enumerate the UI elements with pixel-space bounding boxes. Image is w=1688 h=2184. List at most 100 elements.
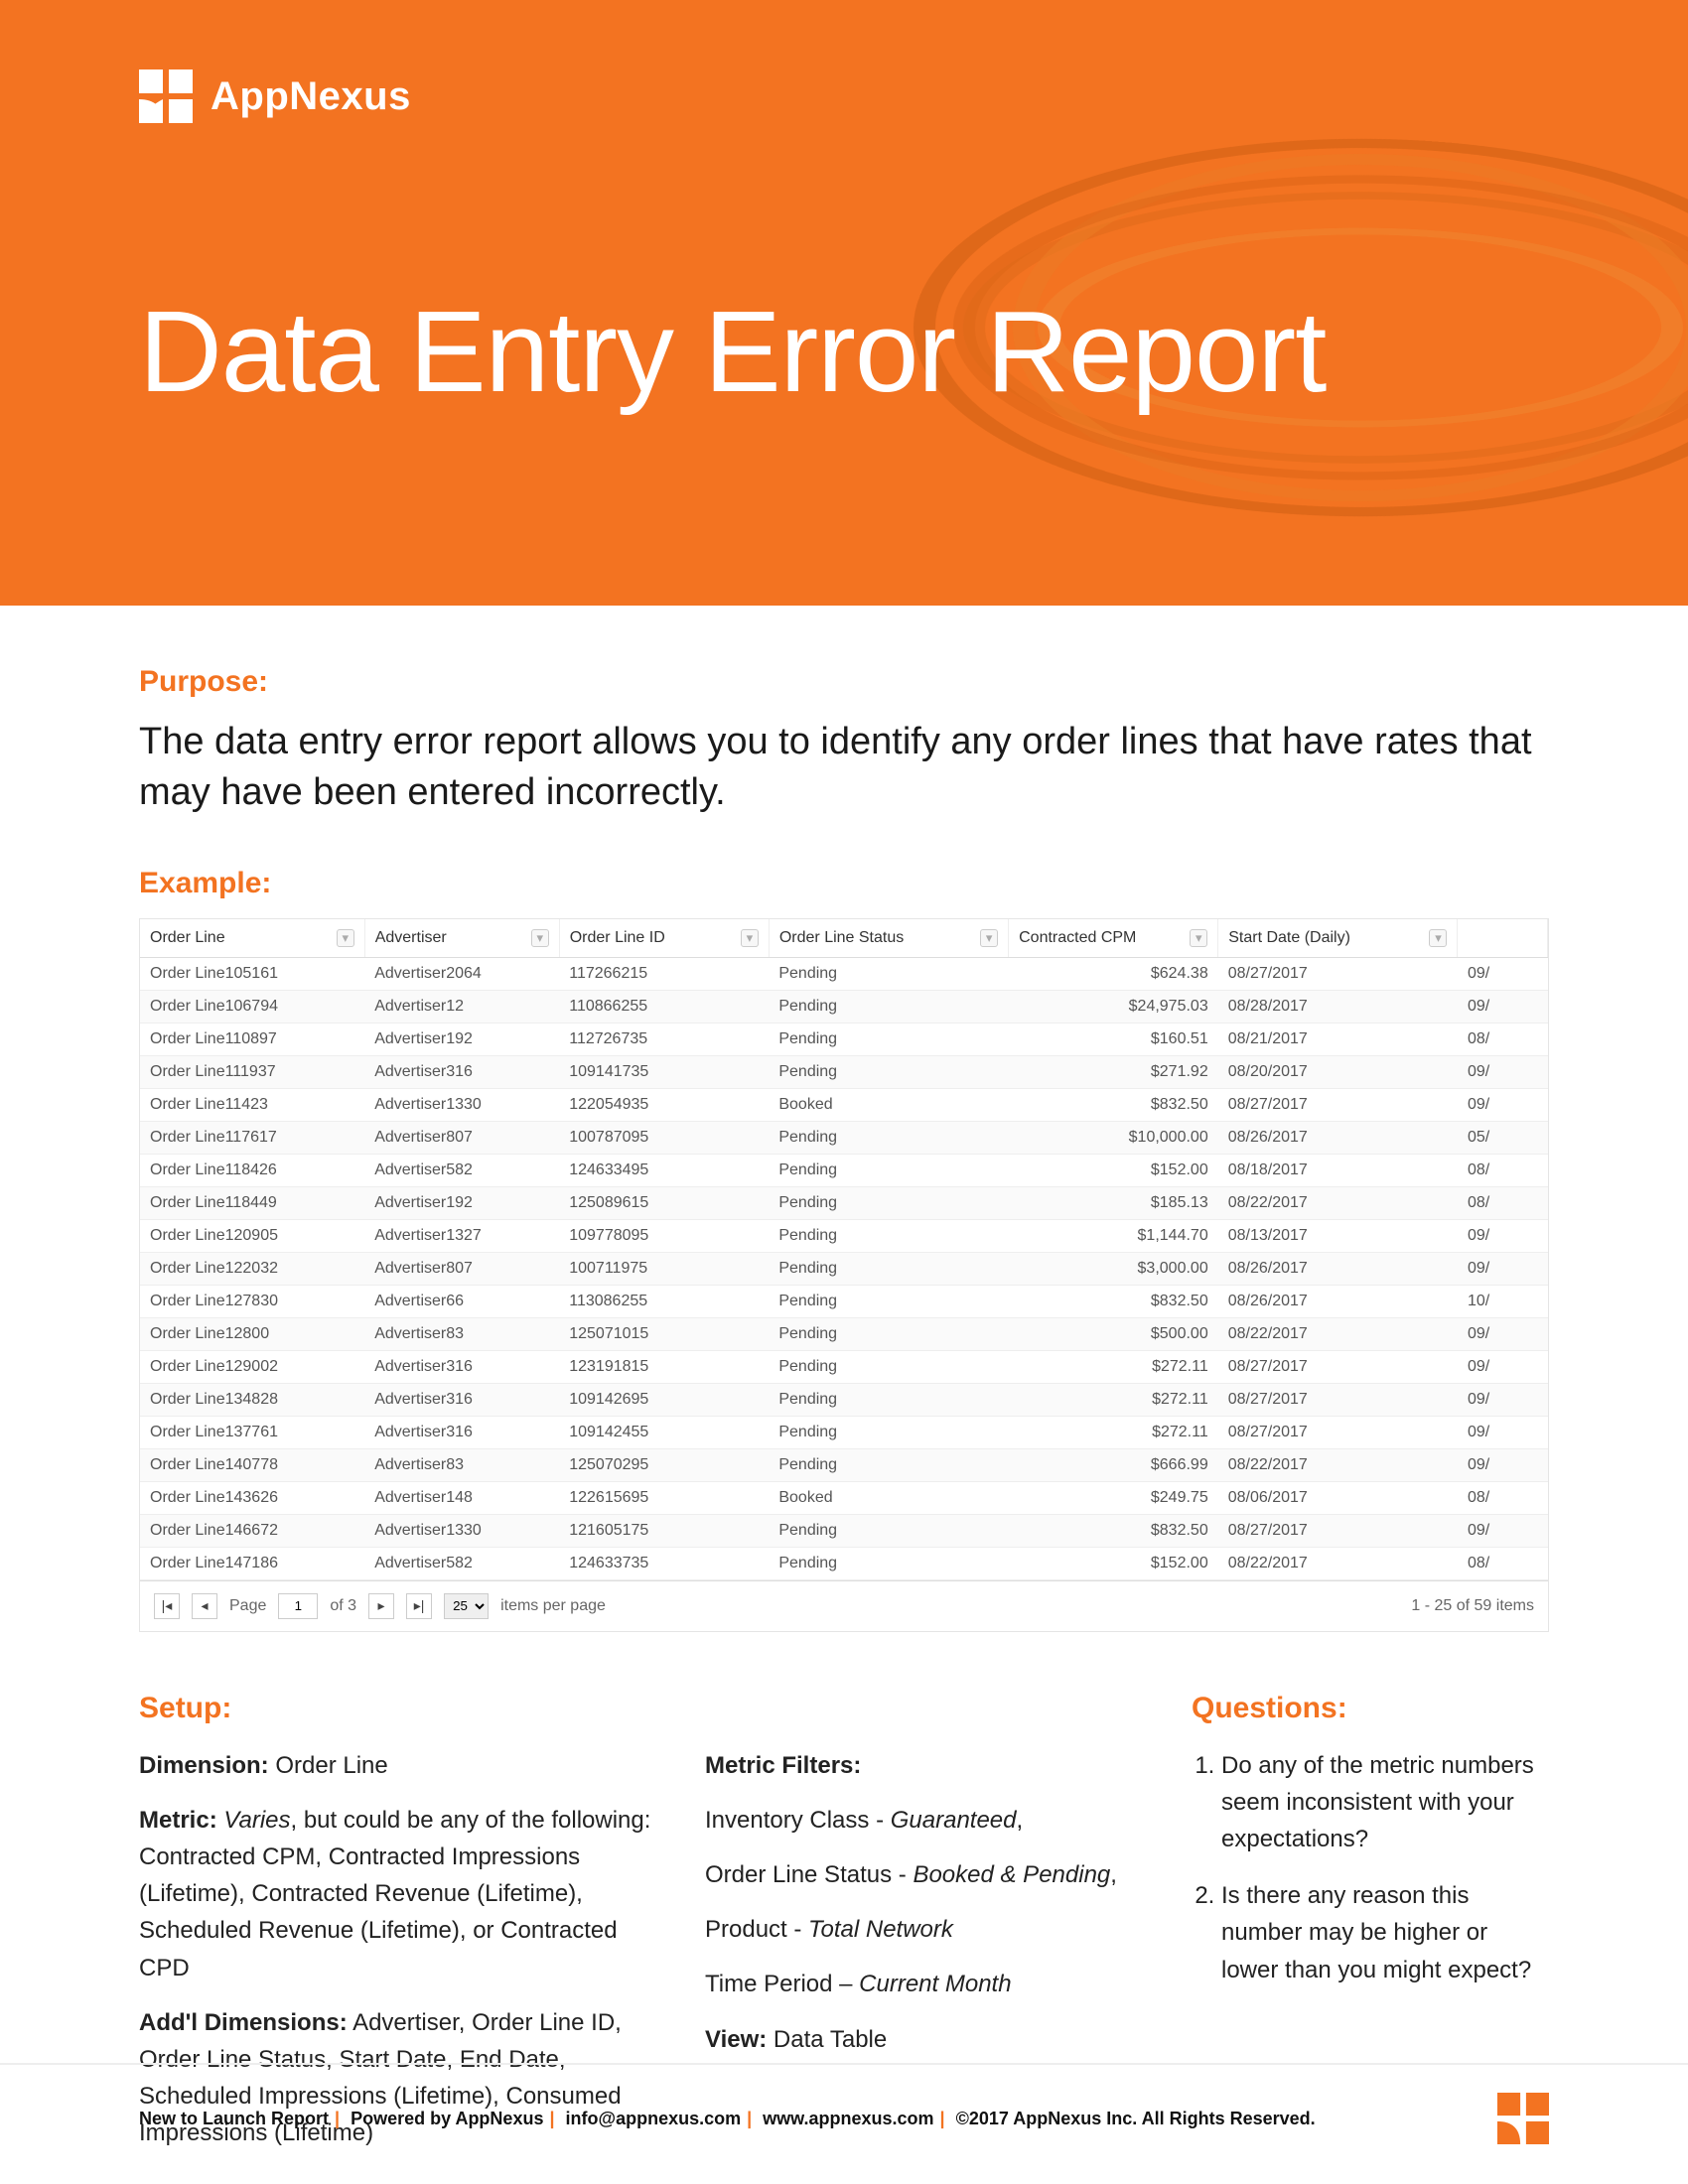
cell-cpm: $271.92: [1009, 1055, 1218, 1088]
filter-icon[interactable]: ▾: [337, 929, 354, 947]
filter-icon[interactable]: ▾: [531, 929, 549, 947]
cell-start-date: 08/27/2017: [1218, 1514, 1458, 1547]
cell-advertiser: Advertiser2064: [364, 957, 559, 990]
table-row[interactable]: Order Line117617Advertiser807100787095Pe…: [140, 1121, 1548, 1154]
cell-order-line-id: 125070295: [559, 1448, 769, 1481]
cell-start-date: 08/22/2017: [1218, 1317, 1458, 1350]
cell-cpm: $272.11: [1009, 1416, 1218, 1448]
setup-dimension: Dimension: Order Line: [139, 1747, 655, 1784]
table-row[interactable]: Order Line137761Advertiser316109142455Pe…: [140, 1416, 1548, 1448]
table-row[interactable]: Order Line11423Advertiser1330122054935Bo…: [140, 1088, 1548, 1121]
table-row[interactable]: Order Line110897Advertiser192112726735Pe…: [140, 1023, 1548, 1055]
table-row[interactable]: Order Line146672Advertiser1330121605175P…: [140, 1514, 1548, 1547]
pager-page-label: Page: [229, 1597, 266, 1615]
filter-icon[interactable]: ▾: [741, 929, 759, 947]
cell-cpm: $3,000.00: [1009, 1252, 1218, 1285]
setup-metric: Metric: Varies, but could be any of the …: [139, 1802, 655, 1986]
col-order-line-id[interactable]: Order Line ID▾: [559, 919, 769, 958]
cell-status: Pending: [769, 1154, 1008, 1186]
table-row[interactable]: Order Line111937Advertiser316109141735Pe…: [140, 1055, 1548, 1088]
cell-cpm: $152.00: [1009, 1154, 1218, 1186]
table-row[interactable]: Order Line147186Advertiser582124633735Pe…: [140, 1547, 1548, 1579]
cell-start-date: 08/26/2017: [1218, 1285, 1458, 1317]
table-row[interactable]: Order Line122032Advertiser807100711975Pe…: [140, 1252, 1548, 1285]
cell-extra: 05/: [1458, 1121, 1548, 1154]
col-order-line[interactable]: Order Line▾: [140, 919, 364, 958]
col-contracted-cpm[interactable]: Contracted CPM▾: [1009, 919, 1218, 958]
col-order-line-status[interactable]: Order Line Status▾: [769, 919, 1008, 958]
table-row[interactable]: Order Line143626Advertiser148122615695Bo…: [140, 1481, 1548, 1514]
table-row[interactable]: Order Line134828Advertiser316109142695Pe…: [140, 1383, 1548, 1416]
metric-filters-label: Metric Filters:: [705, 1747, 1142, 1784]
page-title: Data Entry Error Report: [139, 292, 1549, 413]
pager-next-button[interactable]: ▸: [368, 1593, 394, 1619]
footer-text: New to Launch Report| Powered by AppNexu…: [139, 2109, 1316, 2129]
table-row[interactable]: Order Line129002Advertiser316123191815Pe…: [140, 1350, 1548, 1383]
table-row[interactable]: Order Line105161Advertiser2064117266215P…: [140, 957, 1548, 990]
cell-advertiser: Advertiser316: [364, 1383, 559, 1416]
table-row[interactable]: Order Line120905Advertiser1327109778095P…: [140, 1219, 1548, 1252]
cell-order-line-id: 122615695: [559, 1481, 769, 1514]
cell-advertiser: Advertiser807: [364, 1121, 559, 1154]
cell-extra: 08/: [1458, 1154, 1548, 1186]
cell-order-line-id: 117266215: [559, 957, 769, 990]
pager-last-button[interactable]: ▸|: [406, 1593, 432, 1619]
cell-order-line-id: 125071015: [559, 1317, 769, 1350]
table-row[interactable]: Order Line12800Advertiser83125071015Pend…: [140, 1317, 1548, 1350]
cell-start-date: 08/22/2017: [1218, 1186, 1458, 1219]
cell-status: Pending: [769, 1448, 1008, 1481]
cell-order-line-id: 110866255: [559, 990, 769, 1023]
cell-advertiser: Advertiser192: [364, 1186, 559, 1219]
cell-advertiser: Advertiser66: [364, 1285, 559, 1317]
cell-status: Pending: [769, 1350, 1008, 1383]
cell-extra: 09/: [1458, 1514, 1548, 1547]
filter-icon[interactable]: ▾: [980, 929, 998, 947]
cell-extra: 09/: [1458, 1416, 1548, 1448]
cell-advertiser: Advertiser316: [364, 1416, 559, 1448]
hero-banner: AppNexus Data Entry Error Report: [0, 0, 1688, 606]
col-advertiser[interactable]: Advertiser▾: [364, 919, 559, 958]
cell-status: Pending: [769, 957, 1008, 990]
cell-start-date: 08/06/2017: [1218, 1481, 1458, 1514]
col-start-date[interactable]: Start Date (Daily)▾: [1218, 919, 1458, 958]
pager-summary: 1 - 25 of 59 items: [1411, 1597, 1534, 1615]
cell-cpm: $832.50: [1009, 1285, 1218, 1317]
cell-order-line: Order Line118449: [140, 1186, 364, 1219]
table-row[interactable]: Order Line140778Advertiser83125070295Pen…: [140, 1448, 1548, 1481]
cell-advertiser: Advertiser1327: [364, 1219, 559, 1252]
pager-page-input[interactable]: [278, 1593, 318, 1619]
table-row[interactable]: Order Line106794Advertiser12110866255Pen…: [140, 990, 1548, 1023]
cell-advertiser: Advertiser12: [364, 990, 559, 1023]
cell-extra: 09/: [1458, 1383, 1548, 1416]
example-table-wrap: Order Line▾ Advertiser▾ Order Line ID▾ O…: [139, 918, 1549, 1632]
cell-order-line-id: 109141735: [559, 1055, 769, 1088]
filter-icon[interactable]: ▾: [1429, 929, 1447, 947]
setup-view: View: Data Table: [705, 2021, 1142, 2058]
cell-order-line-id: 125089615: [559, 1186, 769, 1219]
filter-time-period: Time Period – Current Month: [705, 1966, 1142, 2002]
cell-extra: 09/: [1458, 1219, 1548, 1252]
table-row[interactable]: Order Line118426Advertiser582124633495Pe…: [140, 1154, 1548, 1186]
cell-order-line-id: 112726735: [559, 1023, 769, 1055]
cell-start-date: 08/26/2017: [1218, 1252, 1458, 1285]
filter-icon[interactable]: ▾: [1190, 929, 1207, 947]
cell-order-line: Order Line137761: [140, 1416, 364, 1448]
pager-first-button[interactable]: |◂: [154, 1593, 180, 1619]
cell-order-line: Order Line11423: [140, 1088, 364, 1121]
cell-order-line: Order Line117617: [140, 1121, 364, 1154]
cell-order-line-id: 124633495: [559, 1154, 769, 1186]
cell-advertiser: Advertiser582: [364, 1547, 559, 1579]
pager-page-size-select[interactable]: 25: [444, 1593, 489, 1619]
table-row[interactable]: Order Line118449Advertiser192125089615Pe…: [140, 1186, 1548, 1219]
cell-cpm: $666.99: [1009, 1448, 1218, 1481]
cell-extra: 08/: [1458, 1186, 1548, 1219]
filter-inventory-class: Inventory Class - Guaranteed,: [705, 1802, 1142, 1839]
cell-start-date: 08/20/2017: [1218, 1055, 1458, 1088]
cell-start-date: 08/27/2017: [1218, 1350, 1458, 1383]
question-2: Is there any reason this number may be h…: [1221, 1877, 1549, 1988]
cell-order-line: Order Line120905: [140, 1219, 364, 1252]
pager-prev-button[interactable]: ◂: [192, 1593, 217, 1619]
cell-cpm: $160.51: [1009, 1023, 1218, 1055]
table-row[interactable]: Order Line127830Advertiser66113086255Pen…: [140, 1285, 1548, 1317]
cell-extra: 09/: [1458, 1448, 1548, 1481]
